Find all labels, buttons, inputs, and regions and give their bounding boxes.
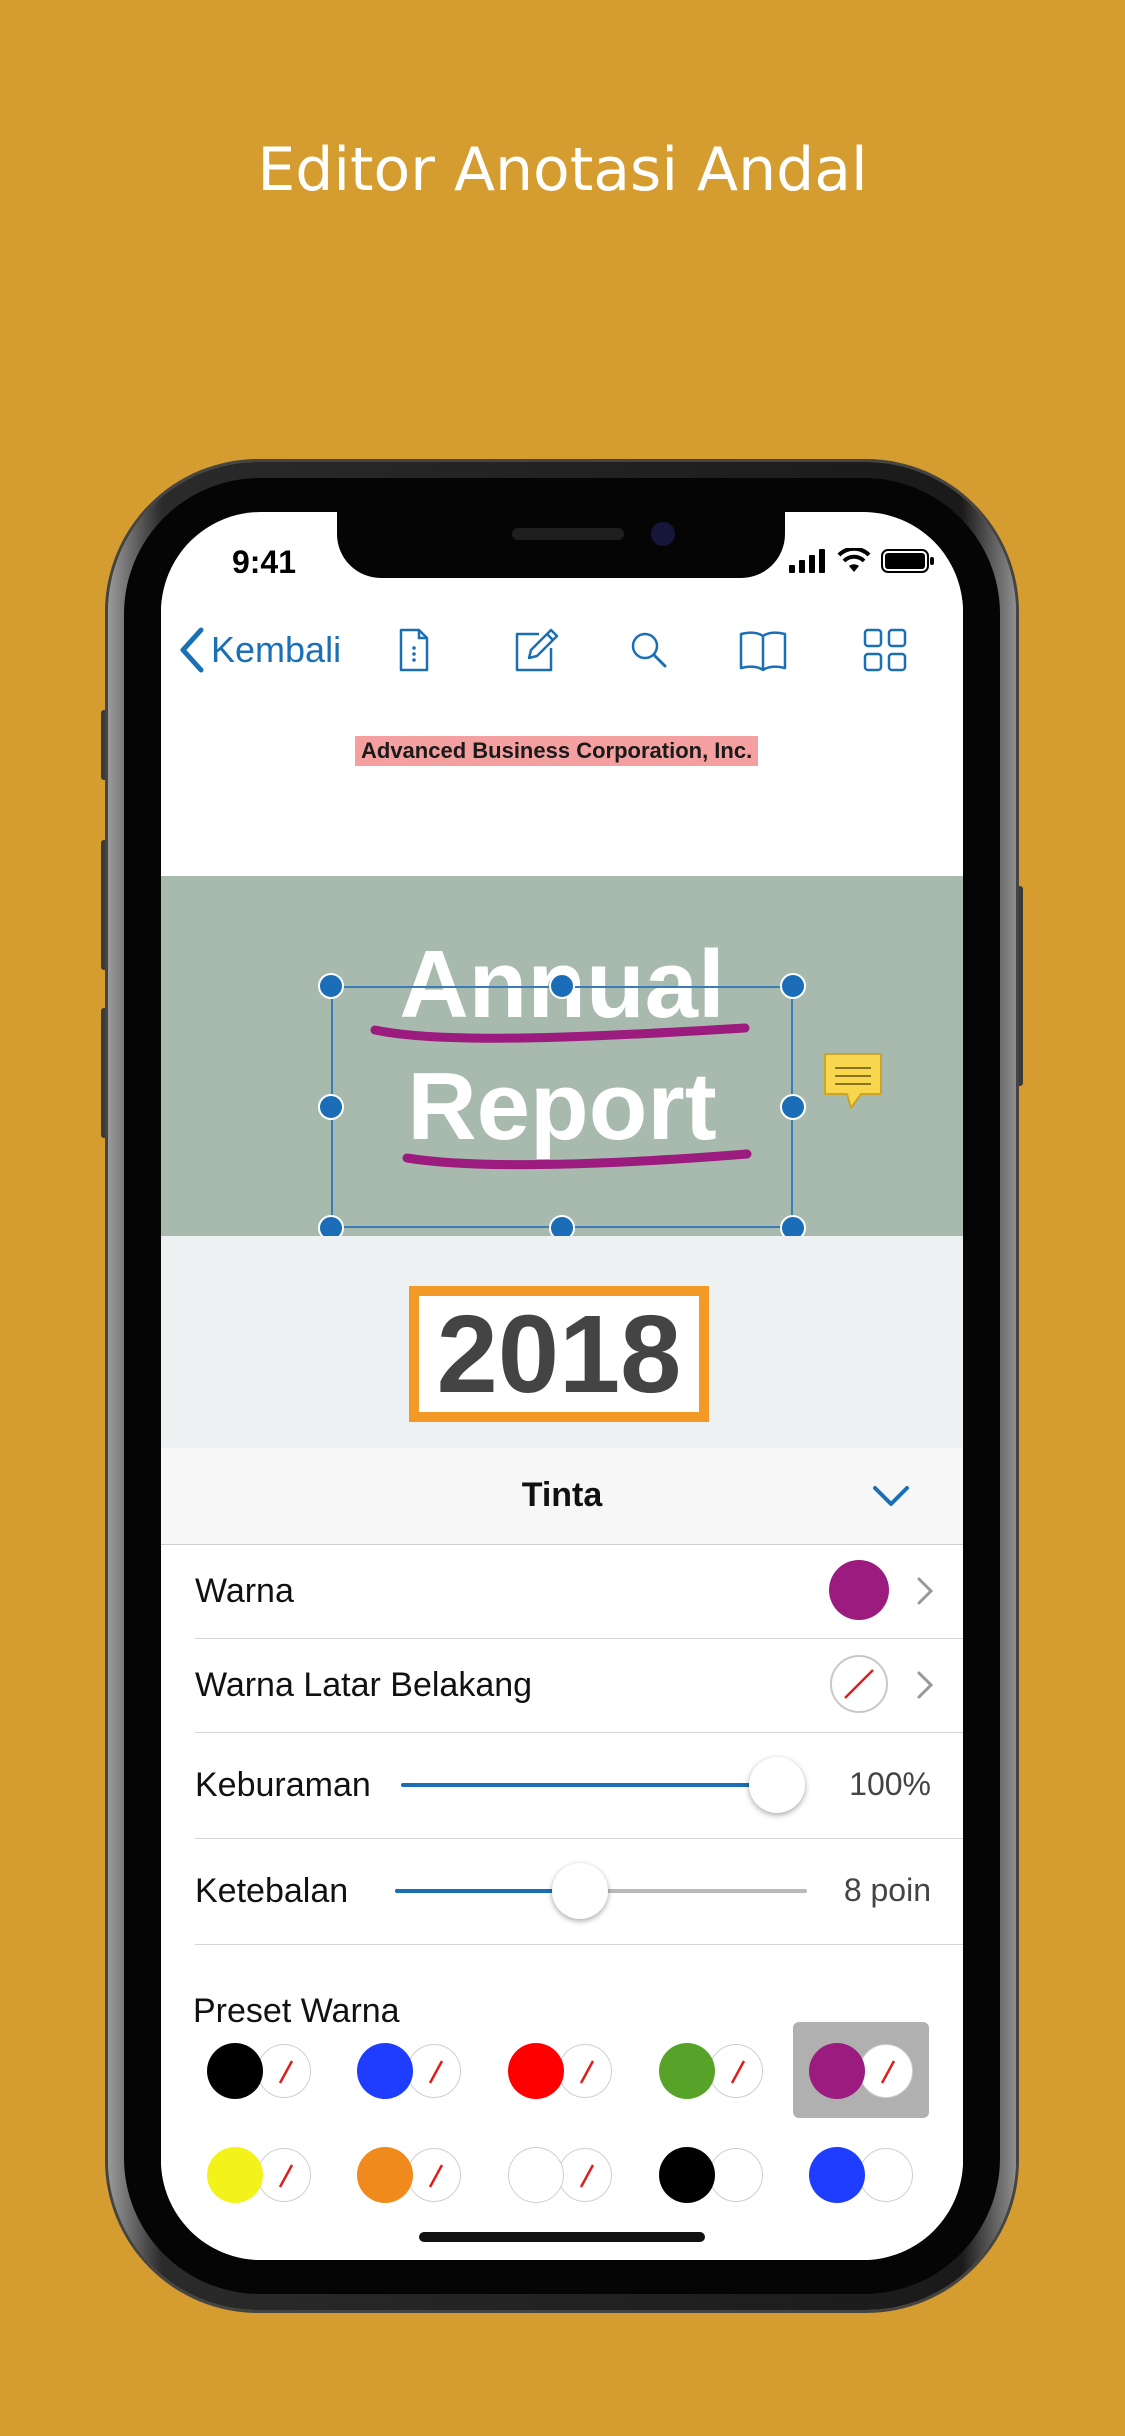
document-page[interactable]: Advanced Business Corporation, Inc. Annu… [161,700,963,1448]
presets-label: Preset Warna [193,1992,400,2030]
preset-color-swatch [659,2147,715,2203]
preset-color-swatch [207,2043,263,2099]
search-icon[interactable] [623,624,675,676]
preset-color-swatch [809,2147,865,2203]
speaker [512,528,624,540]
battery-icon [881,549,934,573]
book-icon[interactable] [737,624,789,676]
sticky-note-icon[interactable] [821,1050,885,1114]
silent-switch [101,710,108,780]
opacity-row: Keburaman 100% [195,1732,963,1839]
color-preset[interactable] [357,2144,461,2206]
color-preset[interactable] [508,2144,612,2206]
panel-title: Tinta [521,1476,603,1514]
power-button [1016,886,1023,1086]
opacity-slider-fill [401,1783,777,1787]
thickness-value: 8 poin [843,1872,931,1908]
background-swatch [709,2148,763,2202]
opacity-value: 100% [849,1766,931,1802]
color-row[interactable]: Warna [195,1544,963,1639]
edit-pencil-icon[interactable] [509,624,561,676]
no-color-swatch-icon [257,2148,311,2202]
year-rectangle-annotation[interactable]: 2018 [409,1286,709,1422]
no-color-swatch-icon [407,2148,461,2202]
preset-color-swatch [357,2043,413,2099]
grid-icon[interactable] [859,624,911,676]
color-label: Warna [195,1572,294,1610]
chevron-down-icon[interactable] [871,1484,911,1510]
opacity-label: Keburaman [195,1766,371,1804]
color-preset[interactable] [659,2144,763,2206]
notch [337,512,785,578]
resize-handle-top-right[interactable] [780,973,806,999]
home-indicator[interactable] [419,2232,705,2242]
navigation-bar: Kembali [161,600,963,701]
thickness-row: Ketebalan 8 poin [195,1838,963,1945]
no-color-swatch-icon [859,2044,913,2098]
chevron-right-icon [917,1671,934,1699]
volume-down-button [101,1008,108,1138]
front-camera [651,522,675,546]
year-band: 2018 [161,1236,963,1448]
selection-box [331,986,793,1228]
color-preset[interactable] [809,2040,913,2102]
wifi-icon [837,548,871,572]
color-preset[interactable] [809,2144,913,2206]
no-color-swatch-icon [558,2148,612,2202]
color-preset[interactable] [659,2040,763,2102]
chevron-right-icon [917,1577,934,1605]
chevron-left-icon [180,627,204,673]
status-time: 9:41 [231,544,297,580]
background-color-row[interactable]: Warna Latar Belakang [195,1638,963,1733]
resize-handle-right[interactable] [780,1094,806,1120]
opacity-slider-thumb[interactable] [749,1757,805,1813]
resize-handle-top-left[interactable] [318,973,344,999]
thickness-slider-thumb[interactable] [552,1863,608,1919]
headline: Editor Anotasi Andal [257,135,868,205]
color-preset[interactable] [207,2040,311,2102]
status-icons [789,546,935,576]
preset-color-swatch [357,2147,413,2203]
resize-handle-top[interactable] [549,973,575,999]
no-color-swatch-icon [257,2044,311,2098]
color-swatch[interactable] [829,1560,889,1620]
preset-color-swatch [809,2043,865,2099]
signal-icon [789,549,825,573]
no-color-swatch-icon [558,2044,612,2098]
resize-handle-left[interactable] [318,1094,344,1120]
preset-color-swatch [207,2147,263,2203]
preset-color-swatch [508,2043,564,2099]
background-color-label: Warna Latar Belakang [195,1666,533,1704]
thickness-label: Ketebalan [195,1872,349,1910]
no-color-swatch-icon[interactable] [829,1654,889,1714]
no-color-swatch-icon [407,2044,461,2098]
panel-header: Tinta [161,1448,963,1545]
color-preset[interactable] [207,2144,311,2206]
preset-color-swatch [659,2043,715,2099]
phone-screen: 9:41 Kembali Advanced Business Corporati… [161,512,963,2260]
ink-properties-panel: Tinta Warna Warna Latar Belakang Keburam… [161,1448,963,2260]
color-preset[interactable] [508,2040,612,2102]
document-outline-icon[interactable] [387,624,439,676]
back-label: Kembali [211,629,342,670]
preset-color-swatch [508,2147,564,2203]
background-swatch [859,2148,913,2202]
no-color-swatch-icon [709,2044,763,2098]
color-preset[interactable] [357,2040,461,2102]
volume-up-button [101,840,108,970]
back-button[interactable]: Kembali [179,622,341,678]
